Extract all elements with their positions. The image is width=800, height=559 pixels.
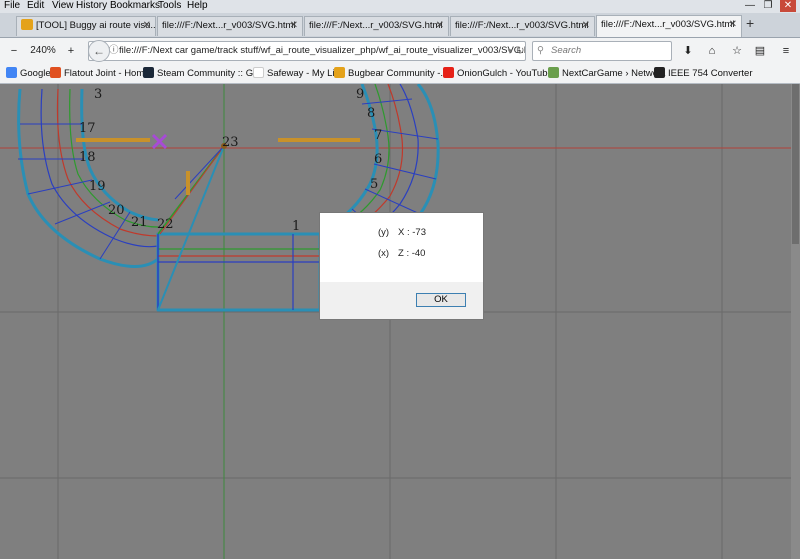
menu-tools[interactable]: Tools bbox=[158, 0, 181, 11]
steam-icon bbox=[143, 67, 154, 78]
node-label: 3 bbox=[94, 87, 102, 102]
node-label: 1 bbox=[292, 219, 300, 234]
menu-help[interactable]: Help bbox=[187, 0, 208, 11]
navigation-bar: − 240% + ⓘ file:///F:/Next car game/trac… bbox=[0, 38, 800, 64]
tab-label: [TOOL] Buggy ai route visu... bbox=[36, 20, 156, 31]
downloads-icon[interactable]: ⬇ bbox=[680, 42, 696, 60]
close-tab-icon[interactable]: ✕ bbox=[582, 17, 590, 35]
menu-hamburger-icon[interactable]: ≡ bbox=[778, 42, 794, 60]
zoom-out-button[interactable]: − bbox=[6, 42, 22, 60]
bookmarks-toolbar: Google Flatout Joint - Home Steam Commun… bbox=[0, 64, 800, 84]
tab-label: file:///F:/Next...r_v003/SVG.html bbox=[455, 20, 589, 31]
safeway-icon bbox=[253, 67, 264, 78]
url-bar[interactable]: ⓘ file:///F:/Next car game/track stuff/w… bbox=[88, 41, 526, 61]
tab-label: file:///F:/Next...r_v003/SVG.html bbox=[309, 20, 443, 31]
menu-file[interactable]: File bbox=[4, 0, 20, 11]
flatout-icon bbox=[50, 67, 61, 78]
bugbear-icon bbox=[334, 67, 345, 78]
tab-1[interactable]: [TOOL] Buggy ai route visu... ✕ bbox=[16, 16, 156, 36]
tab-4[interactable]: file:///F:/Next...r_v003/SVG.html ✕ bbox=[450, 16, 595, 36]
position-marker-icon bbox=[151, 133, 168, 150]
bookmark-oniongulch[interactable]: OnionGulch - YouTube bbox=[443, 67, 553, 79]
close-tab-icon[interactable]: ✕ bbox=[143, 17, 151, 35]
page-info-icon[interactable]: ⓘ bbox=[109, 42, 119, 60]
node-label: 9 bbox=[356, 87, 364, 102]
youtube-icon bbox=[443, 67, 454, 78]
nextcargame-icon bbox=[548, 67, 559, 78]
node-label: 6 bbox=[374, 152, 382, 167]
google-icon bbox=[6, 67, 17, 78]
route-visualizer-canvas[interactable]: 17 18 19 20 21 22 23 7 6 5 8 9 1 3 bbox=[0, 84, 792, 559]
menu-edit[interactable]: Edit bbox=[27, 0, 44, 11]
bookmark-steam[interactable]: Steam Community :: G... bbox=[143, 67, 261, 79]
close-window-button[interactable]: ✕ bbox=[780, 0, 796, 12]
zoom-in-button[interactable]: + bbox=[63, 42, 79, 60]
new-tab-button[interactable]: + bbox=[746, 16, 760, 30]
node-label: 20 bbox=[108, 203, 125, 218]
tab-3[interactable]: file:///F:/Next...r_v003/SVG.html ✕ bbox=[304, 16, 449, 36]
bookmark-bugbear[interactable]: Bugbear Community -... bbox=[334, 67, 448, 79]
menu-history[interactable]: History bbox=[76, 0, 107, 11]
search-placeholder: Search bbox=[551, 45, 582, 56]
menu-bookmarks[interactable]: Bookmarks bbox=[110, 0, 160, 11]
bookmark-star-icon[interactable]: ☆ bbox=[729, 42, 745, 60]
zoom-level-indicator[interactable]: 240% bbox=[26, 42, 60, 60]
ok-button[interactable]: OK bbox=[416, 293, 466, 307]
bookmark-google[interactable]: Google bbox=[6, 67, 51, 79]
spawn-markers bbox=[76, 138, 360, 195]
node-label: 18 bbox=[79, 150, 96, 165]
minimize-button[interactable]: — bbox=[742, 0, 758, 12]
menu-view[interactable]: View bbox=[52, 0, 74, 11]
tab-bar: [TOOL] Buggy ai route visu... ✕ file:///… bbox=[0, 13, 800, 38]
tab-label: file:///F:/Next...r_v003/SVG.html bbox=[601, 19, 735, 30]
vertical-scrollbar[interactable] bbox=[791, 84, 800, 559]
node-label: 21 bbox=[131, 215, 148, 230]
tab-5-active[interactable]: file:///F:/Next...r_v003/SVG.html ✕ bbox=[596, 15, 742, 37]
dialog-line1-text: X : -73 bbox=[398, 227, 426, 238]
reading-list-icon[interactable]: ▤ bbox=[752, 42, 768, 60]
node-label: 22 bbox=[157, 217, 174, 232]
search-icon: ⚲ bbox=[537, 45, 544, 56]
page-content: 17 18 19 20 21 22 23 7 6 5 8 9 1 3 (y) X… bbox=[0, 84, 800, 559]
dialog-line2-text: Z : -40 bbox=[398, 248, 426, 259]
restore-button[interactable]: ❐ bbox=[760, 0, 776, 12]
node-label: 19 bbox=[89, 179, 106, 194]
grid bbox=[0, 84, 792, 559]
bookmark-safeway[interactable]: Safeway - My List bbox=[253, 67, 342, 79]
alert-dialog: (y) X : -73 (x) Z : -40 OK bbox=[319, 212, 484, 320]
node-label: 17 bbox=[79, 121, 96, 136]
bugbear-favicon-icon bbox=[21, 19, 33, 30]
dialog-line2-prefix: (x) bbox=[378, 248, 390, 259]
tab-label: file:///F:/Next...r_v003/SVG.html bbox=[162, 20, 296, 31]
home-icon[interactable]: ⌂ bbox=[704, 42, 720, 60]
close-tab-icon[interactable]: ✕ bbox=[436, 17, 444, 35]
bookmark-ieee754[interactable]: IEEE 754 Converter bbox=[654, 67, 753, 79]
ieee-icon bbox=[654, 67, 665, 78]
node-label: 23 bbox=[222, 135, 239, 150]
close-tab-icon[interactable]: ✕ bbox=[290, 17, 298, 35]
search-input[interactable]: ⚲ Search bbox=[532, 41, 672, 61]
scrollbar-thumb[interactable] bbox=[792, 84, 799, 244]
node-label: 5 bbox=[370, 177, 378, 192]
reload-icon[interactable]: ↻ bbox=[514, 42, 526, 60]
bookmark-nextcargame[interactable]: NextCarGame › Netwo... bbox=[548, 67, 666, 79]
node-label: 7 bbox=[374, 128, 382, 143]
back-button[interactable]: ← bbox=[88, 40, 110, 62]
node-label: 8 bbox=[367, 106, 375, 121]
close-tab-icon[interactable]: ✕ bbox=[729, 16, 737, 34]
menu-bar: File Edit View History Bookmarks Tools H… bbox=[0, 0, 800, 13]
dialog-line1-prefix: (y) bbox=[378, 227, 390, 238]
url-text: file:///F:/Next car game/track stuff/wf_… bbox=[119, 45, 526, 56]
bookmark-flatout[interactable]: Flatout Joint - Home bbox=[50, 67, 150, 79]
tab-2[interactable]: file:///F:/Next...r_v003/SVG.html ✕ bbox=[157, 16, 303, 36]
